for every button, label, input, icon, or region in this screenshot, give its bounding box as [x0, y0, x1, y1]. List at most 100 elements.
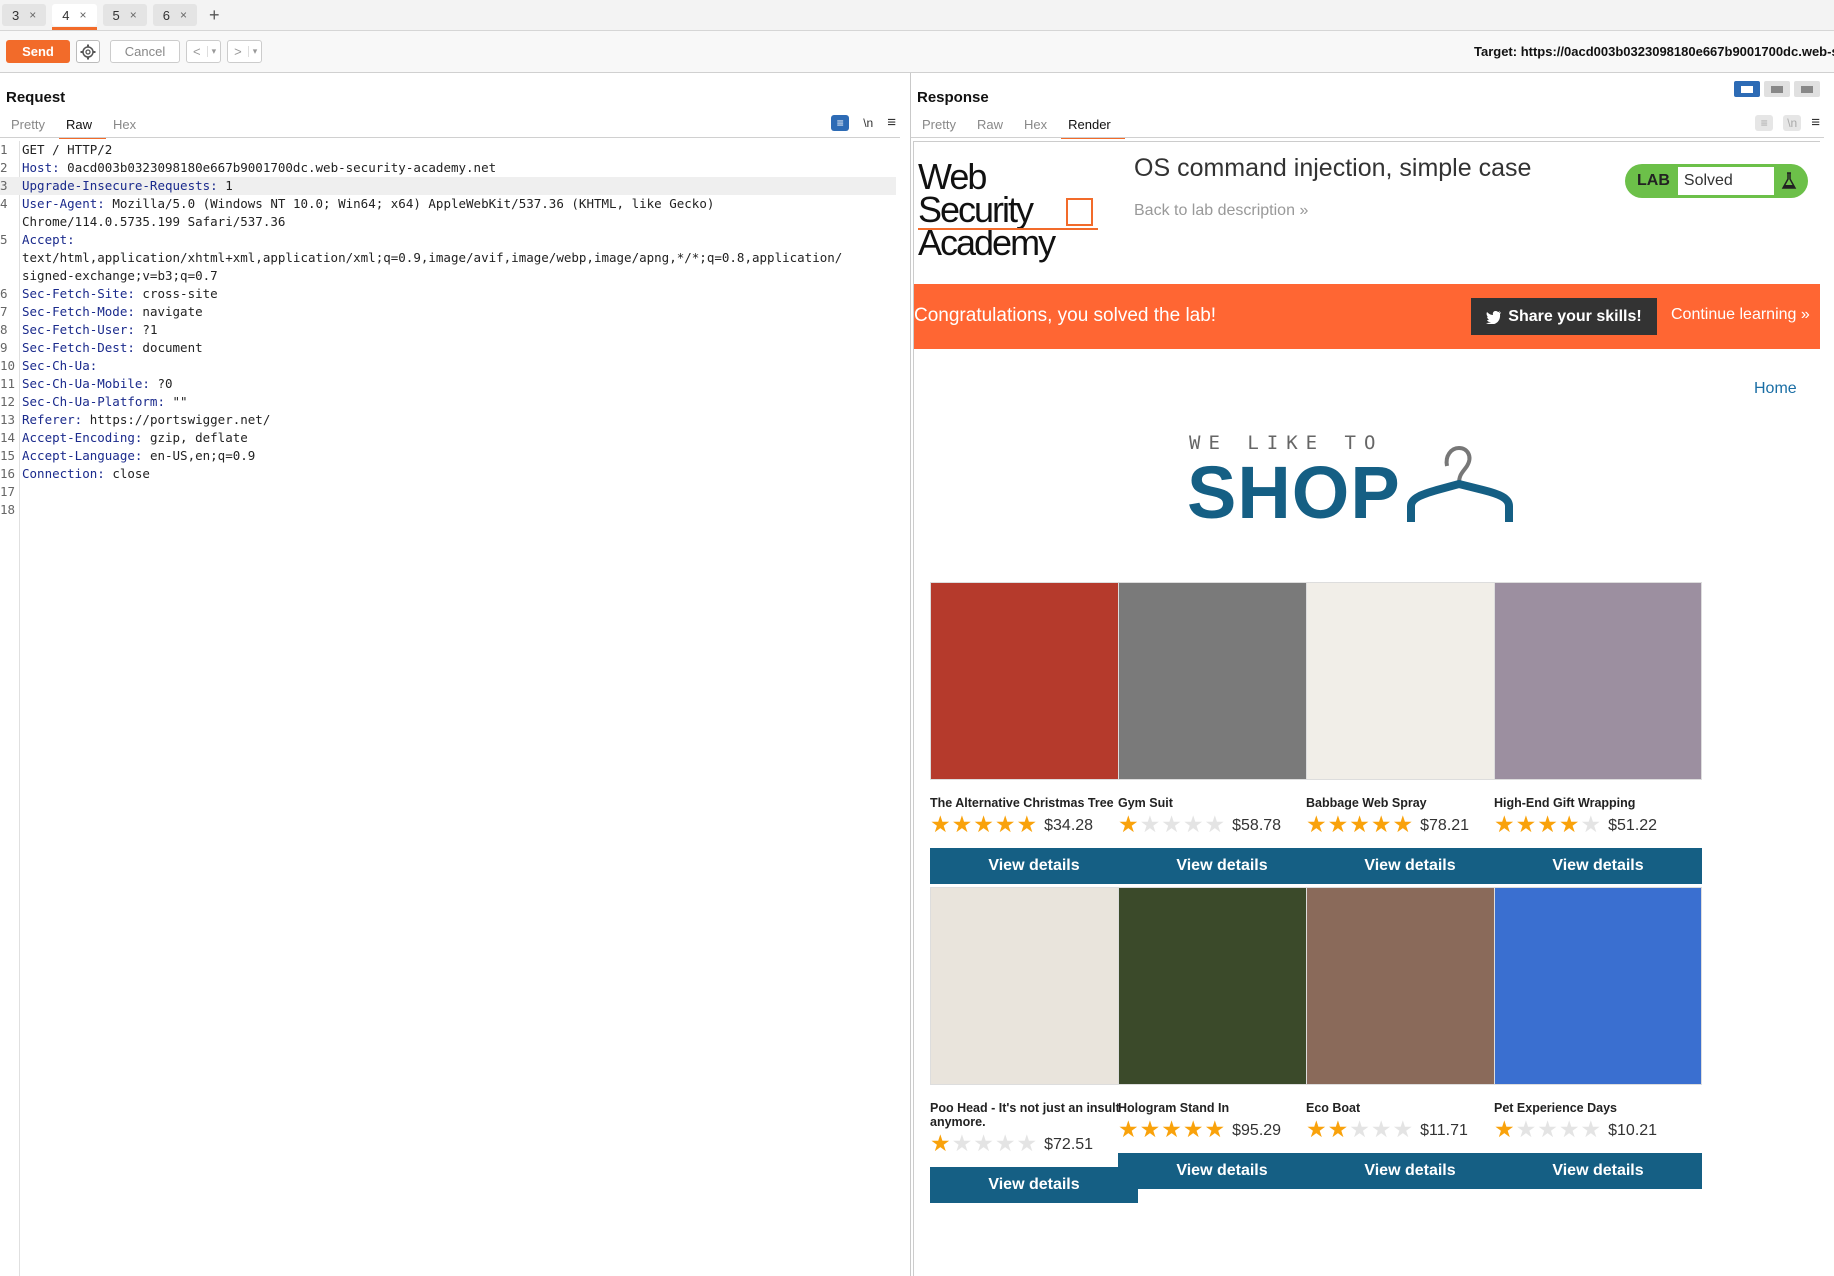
back-to-lab-link[interactable]: Back to lab description »: [1134, 202, 1308, 220]
code-line[interactable]: 10 Sec-Ch-Ua:: [0, 357, 910, 375]
code-line[interactable]: 11 Sec-Ch-Ua-Mobile: ?0: [0, 375, 910, 393]
tab-4[interactable]: 4 ×: [52, 4, 97, 30]
tab-render[interactable]: Render: [1061, 115, 1125, 139]
layout-side-by-side-button[interactable]: [1734, 81, 1760, 97]
code-line[interactable]: 8 Sec-Fetch-User: ?1: [0, 321, 910, 339]
send-button[interactable]: Send: [6, 40, 70, 63]
star-icon: ★: [994, 811, 1016, 837]
menu-icon[interactable]: ≡: [887, 114, 896, 131]
wrap-lines-icon[interactable]: ≡: [831, 114, 850, 131]
code-line[interactable]: 9 Sec-Fetch-Dest: document: [0, 339, 910, 357]
code-line[interactable]: 16 Connection: close: [0, 465, 910, 483]
tab-3[interactable]: 3 ×: [2, 4, 47, 26]
star-icon: ★: [1494, 811, 1515, 837]
view-details-button[interactable]: View details: [1118, 1153, 1326, 1189]
line-number: 10: [0, 358, 16, 373]
chevron-down-icon: ▾: [247, 46, 262, 57]
header-name: Host:: [22, 160, 60, 175]
product-price: $72.51: [1044, 1136, 1094, 1153]
view-details-button[interactable]: View details: [930, 1167, 1138, 1203]
code-line[interactable]: 1 GET / HTTP/2: [0, 141, 910, 159]
continue-learning-link[interactable]: Continue learning »: [1671, 306, 1810, 324]
layout-stacked-button[interactable]: [1764, 81, 1790, 97]
target-url[interactable]: Target: https://0acd003b0323098180e667b9…: [1474, 44, 1834, 59]
tab-5[interactable]: 5 ×: [102, 4, 147, 26]
home-link[interactable]: Home: [1754, 380, 1797, 398]
tab-raw[interactable]: Raw: [970, 115, 1017, 139]
settings-button[interactable]: [76, 40, 100, 63]
view-details-button[interactable]: View details: [1494, 1153, 1702, 1189]
close-icon[interactable]: ×: [79, 8, 86, 22]
code-line[interactable]: 17: [0, 483, 910, 501]
tab-6[interactable]: 6 ×: [152, 4, 197, 26]
code-line[interactable]: signed-exchange;v=b3;q=0.7: [0, 267, 910, 285]
code-line[interactable]: 6 Sec-Fetch-Site: cross-site: [0, 285, 910, 303]
code-line[interactable]: 13 Referer: https://portswigger.net/: [0, 411, 910, 429]
close-icon[interactable]: ×: [180, 8, 187, 22]
header-name: Sec-Fetch-Dest:: [22, 340, 135, 355]
logo-line-2: Academy: [918, 222, 1056, 263]
star-icon: ★: [1016, 1130, 1038, 1156]
code-line[interactable]: 12 Sec-Ch-Ua-Platform: "": [0, 393, 910, 411]
star-icon: ★: [1182, 811, 1204, 837]
code-line[interactable]: 15 Accept-Language: en-US,en;q=0.9: [0, 447, 910, 465]
product-image: [1118, 582, 1326, 780]
star-icon: ★: [1139, 1116, 1161, 1142]
tab-hex[interactable]: Hex: [1017, 115, 1061, 139]
view-details-button[interactable]: View details: [1306, 1153, 1514, 1189]
tab-pretty[interactable]: Pretty: [4, 115, 59, 139]
product-card: Poo Head - It's not just an insult anymo…: [930, 887, 1138, 1203]
header-name: Referer:: [22, 412, 83, 427]
web-security-academy-logo[interactable]: Web Security Academy: [918, 159, 1083, 263]
code-line[interactable]: 3 Upgrade-Insecure-Requests: 1: [0, 177, 896, 195]
code-line[interactable]: 2 Host: 0acd003b0323098180e667b9001700dc.…: [0, 159, 910, 177]
star-icon: ★: [1349, 811, 1370, 837]
star-icon: ★: [1392, 811, 1414, 837]
history-forward[interactable]: > ▾: [227, 40, 263, 63]
tab-pretty[interactable]: Pretty: [915, 115, 970, 139]
request-editor[interactable]: 1 GET / HTTP/2 2 Host: 0acd003b0323098180e6…: [0, 141, 910, 519]
cancel-button[interactable]: Cancel: [110, 40, 180, 63]
line-number: 2: [0, 160, 8, 175]
product-name: Pet Experience Days: [1494, 1101, 1617, 1115]
code-line[interactable]: 7 Sec-Fetch-Mode: navigate: [0, 303, 910, 321]
lab-title: OS command injection, simple case: [1134, 154, 1532, 182]
layout-tabs-button[interactable]: [1794, 81, 1820, 97]
menu-icon[interactable]: ≡: [1811, 114, 1820, 131]
close-icon[interactable]: ×: [29, 8, 36, 22]
code-line[interactable]: 14 Accept-Encoding: gzip, deflate: [0, 429, 910, 447]
lab-status: Solved: [1677, 167, 1774, 195]
header-value: "": [165, 394, 188, 409]
star-icon: ★: [1515, 1116, 1537, 1142]
view-details-button[interactable]: View details: [930, 848, 1138, 884]
add-tab-button[interactable]: +: [203, 5, 226, 26]
code-line[interactable]: 5 Accept:: [0, 231, 910, 249]
close-icon[interactable]: ×: [130, 8, 137, 22]
header-name: Sec-Fetch-Mode:: [22, 304, 135, 319]
view-details-button[interactable]: View details: [1118, 848, 1326, 884]
star-icon: ★: [973, 811, 994, 837]
code-line[interactable]: Chrome/114.0.5735.199 Safari/537.36: [0, 213, 910, 231]
continue-label: Continue learning: [1671, 306, 1797, 323]
shop-wordmark: SHOP: [1187, 451, 1401, 534]
header-value: document: [134, 340, 203, 355]
star-icon: ★: [973, 1130, 994, 1156]
line-number: 3: [0, 178, 8, 193]
header-name: Accept:: [22, 232, 75, 247]
lab-label: LAB: [1637, 172, 1670, 189]
tab-hex[interactable]: Hex: [106, 115, 150, 139]
tab-raw[interactable]: Raw: [58, 115, 106, 139]
history-back[interactable]: < ▾: [186, 40, 222, 63]
code-line[interactable]: 18: [0, 501, 910, 519]
view-details-button[interactable]: View details: [1306, 848, 1514, 884]
star-icon: ★: [930, 1130, 951, 1156]
code-line[interactable]: text/html,application/xhtml+xml,applicat…: [0, 249, 910, 267]
header-name: Upgrade-Insecure-Requests:: [22, 178, 218, 193]
view-details-button[interactable]: View details: [1494, 848, 1702, 884]
rendered-page: Web Security Academy OS command injectio…: [913, 141, 1820, 1276]
header-name: Connection:: [22, 466, 105, 481]
code-line[interactable]: 4 User-Agent: Mozilla/5.0 (Windows NT 10.…: [0, 195, 910, 213]
star-icon: ★: [1118, 1116, 1139, 1142]
share-skills-button[interactable]: Share your skills!: [1471, 298, 1657, 335]
newline-icon[interactable]: \n: [859, 115, 877, 131]
